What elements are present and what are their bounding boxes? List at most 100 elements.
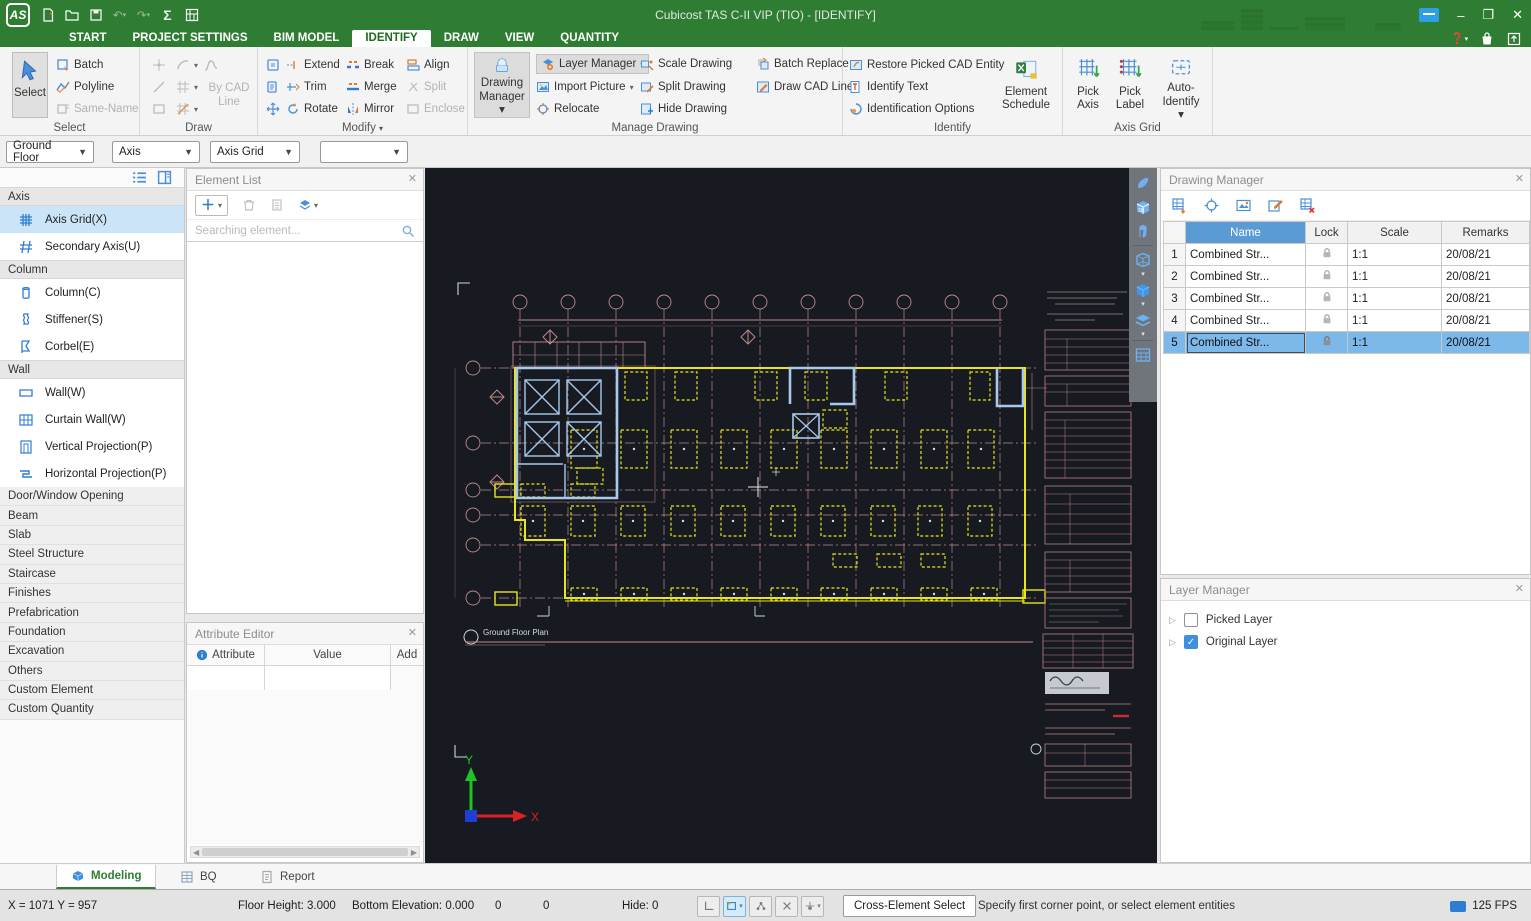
sidebar-item-corbel[interactable]: Corbel(E) xyxy=(0,333,184,360)
tab-view[interactable]: VIEW xyxy=(492,30,547,47)
open-folder-icon[interactable] xyxy=(64,8,79,23)
help-icon[interactable]: ❓▾ xyxy=(1452,31,1467,46)
hide-drawing-button[interactable]: Hide Drawing xyxy=(640,99,727,119)
draw-line-button[interactable] xyxy=(152,77,166,97)
sidebar-section-slab[interactable]: Slab xyxy=(0,526,184,545)
trim-button[interactable]: Trim xyxy=(286,77,327,97)
modify-offset-icon-button[interactable] xyxy=(266,55,280,75)
edit-drawing-icon[interactable] xyxy=(1267,197,1284,214)
floor-dropdown[interactable]: Ground Floor▼ xyxy=(6,141,94,163)
tab-report[interactable]: Report xyxy=(246,865,329,889)
drawing-manager-button[interactable]: Drawing Manager▾ xyxy=(474,52,530,118)
share-upload-icon[interactable] xyxy=(1506,31,1521,46)
store-bag-icon[interactable] xyxy=(1479,31,1494,46)
element-type-dropdown[interactable]: Axis Grid▼ xyxy=(210,141,300,163)
sidebar-section-staircase[interactable]: Staircase xyxy=(0,565,184,584)
tab-draw[interactable]: DRAW xyxy=(431,30,492,47)
search-icon[interactable] xyxy=(401,224,415,238)
tab-start[interactable]: START xyxy=(56,30,119,47)
batch-replace-button[interactable]: Batch Replace xyxy=(756,54,849,74)
rotate-button[interactable]: Rotate xyxy=(286,99,338,119)
lock-icon[interactable] xyxy=(1321,269,1333,281)
draw-region-button[interactable]: ▾ xyxy=(176,99,198,119)
relocate-drawing-icon[interactable] xyxy=(1203,197,1220,214)
draw-hatch-button[interactable]: ▾ xyxy=(176,77,198,97)
scroll-right-icon[interactable]: ▶ xyxy=(411,848,417,857)
relocate-button[interactable]: Relocate xyxy=(536,99,599,119)
drawing-row-1[interactable]: 1Combined Str... 1:120/08/21 xyxy=(1164,244,1530,266)
same-name-select-button[interactable]: Same-Name xyxy=(56,99,139,119)
tab-project-settings[interactable]: PROJECT SETTINGS xyxy=(119,30,260,47)
tab-bim-model[interactable]: BIM MODEL xyxy=(261,30,353,47)
feedback-chat-icon[interactable] xyxy=(1419,8,1439,22)
drawing-thumbnail-icon[interactable] xyxy=(1235,197,1252,214)
drawing-row-2[interactable]: 2Combined Str... 1:120/08/21 xyxy=(1164,266,1530,288)
tab-identify[interactable]: IDENTIFY xyxy=(352,30,430,47)
scale-drawing-button[interactable]: Scale Drawing xyxy=(640,54,732,74)
split-drawing-button[interactable]: Split Drawing xyxy=(640,77,726,97)
align-button[interactable]: Align xyxy=(406,55,450,75)
polyline-select-button[interactable]: Polyline xyxy=(56,77,114,97)
restore-picked-cad-button[interactable]: Restore Picked CAD Entity xyxy=(849,55,1004,75)
draw-spline-button[interactable] xyxy=(204,55,218,75)
select-button[interactable]: Select xyxy=(12,52,48,118)
draw-arc-button[interactable]: ▾ xyxy=(176,55,198,75)
drawing-row-4[interactable]: 4Combined Str... 1:120/08/21 xyxy=(1164,310,1530,332)
pick-axis-button[interactable]: Pick Axis xyxy=(1067,52,1109,122)
draw-point-button[interactable] xyxy=(152,55,166,75)
layers-options-caret[interactable]: ▾ xyxy=(1141,332,1145,338)
lock-icon[interactable] xyxy=(1321,335,1333,347)
break-button[interactable]: Break xyxy=(346,55,394,75)
identify-text-button[interactable]: Identify Text xyxy=(849,77,928,97)
horizontal-scrollbar[interactable]: ◀▶ xyxy=(190,846,420,858)
3d-view-icon[interactable]: 3D xyxy=(1132,195,1154,219)
layer-row-original[interactable]: ▷ ✓ Original Layer xyxy=(1161,631,1530,653)
original-layer-checkbox[interactable]: ✓ xyxy=(1184,635,1198,649)
shaded-view-icon[interactable] xyxy=(1132,278,1154,302)
sidebar-item-secondary-axis[interactable]: Secondary Axis(U) xyxy=(0,233,184,260)
element-schedule-button[interactable]: Element Schedule xyxy=(995,52,1057,118)
sidebar-section-foundation[interactable]: Foundation xyxy=(0,623,184,642)
identification-options-button[interactable]: Identification Options xyxy=(849,99,974,119)
close-icon[interactable]: ✕ xyxy=(1515,582,1524,595)
sidebar-section-excavation[interactable]: Excavation xyxy=(0,642,184,661)
drawing-row-5-selected[interactable]: 5Combined Str... 1:120/08/21 xyxy=(1164,332,1530,354)
new-file-icon[interactable] xyxy=(40,8,55,23)
lock-icon[interactable] xyxy=(1321,247,1333,259)
drawing-row-3[interactable]: 3Combined Str... 1:120/08/21 xyxy=(1164,288,1530,310)
layers-filter-button[interactable]: ▾ xyxy=(298,198,318,212)
split-button[interactable]: Split xyxy=(406,77,446,97)
by-cad-line-button[interactable]: By CAD Line xyxy=(204,79,254,113)
sidebar-section-steel-structure[interactable]: Steel Structure xyxy=(0,545,184,564)
enclose-button[interactable]: Enclose xyxy=(406,99,465,119)
batch-delete-icon[interactable] xyxy=(270,198,284,212)
mirror-button[interactable]: Mirror xyxy=(346,99,394,119)
cancel-snap-button[interactable] xyxy=(775,896,798,917)
sidebar-section-custom-quantity[interactable]: Custom Quantity xyxy=(0,700,184,719)
sidebar-item-stiffener[interactable]: Stiffener(S) xyxy=(0,306,184,333)
delete-element-icon[interactable] xyxy=(242,198,256,212)
snap-node-button[interactable] xyxy=(749,896,772,917)
picked-layer-checkbox[interactable] xyxy=(1184,613,1198,627)
extend-button[interactable]: Extend xyxy=(286,55,340,75)
wireframe-view-icon[interactable] xyxy=(1132,248,1154,272)
dynamic-view-icon[interactable] xyxy=(1132,171,1154,195)
lock-icon[interactable] xyxy=(1321,313,1333,325)
close-icon[interactable]: ✕ xyxy=(408,626,417,639)
scroll-left-icon[interactable]: ◀ xyxy=(193,848,199,857)
sidebar-item-column[interactable]: Column(C) xyxy=(0,279,184,306)
sidebar-section-prefabrication[interactable]: Prefabrication xyxy=(0,603,184,622)
layer-manager-button[interactable]: Layer Manager▾ xyxy=(536,54,649,74)
add-drawing-icon[interactable] xyxy=(1171,197,1188,214)
cad-viewport[interactable]: Ground Floor Plan Y X 3D ▾ ▾ xyxy=(425,168,1157,863)
close-button[interactable]: ✕ xyxy=(1512,7,1523,23)
expand-caret-icon[interactable]: ▷ xyxy=(1169,637,1176,648)
ortho-mode-button[interactable] xyxy=(697,896,720,917)
modify-copy-icon-button[interactable] xyxy=(266,77,280,97)
auto-identify-button[interactable]: Auto-Identify▾ xyxy=(1151,52,1211,122)
cross-element-select-button[interactable]: Cross-Element Select xyxy=(843,895,976,917)
list-view-icon[interactable] xyxy=(132,170,147,185)
scrollbar-thumb[interactable] xyxy=(202,848,408,856)
sidebar-item-wall[interactable]: Wall(W) xyxy=(0,379,184,406)
modify-move-icon-button[interactable] xyxy=(266,99,280,119)
